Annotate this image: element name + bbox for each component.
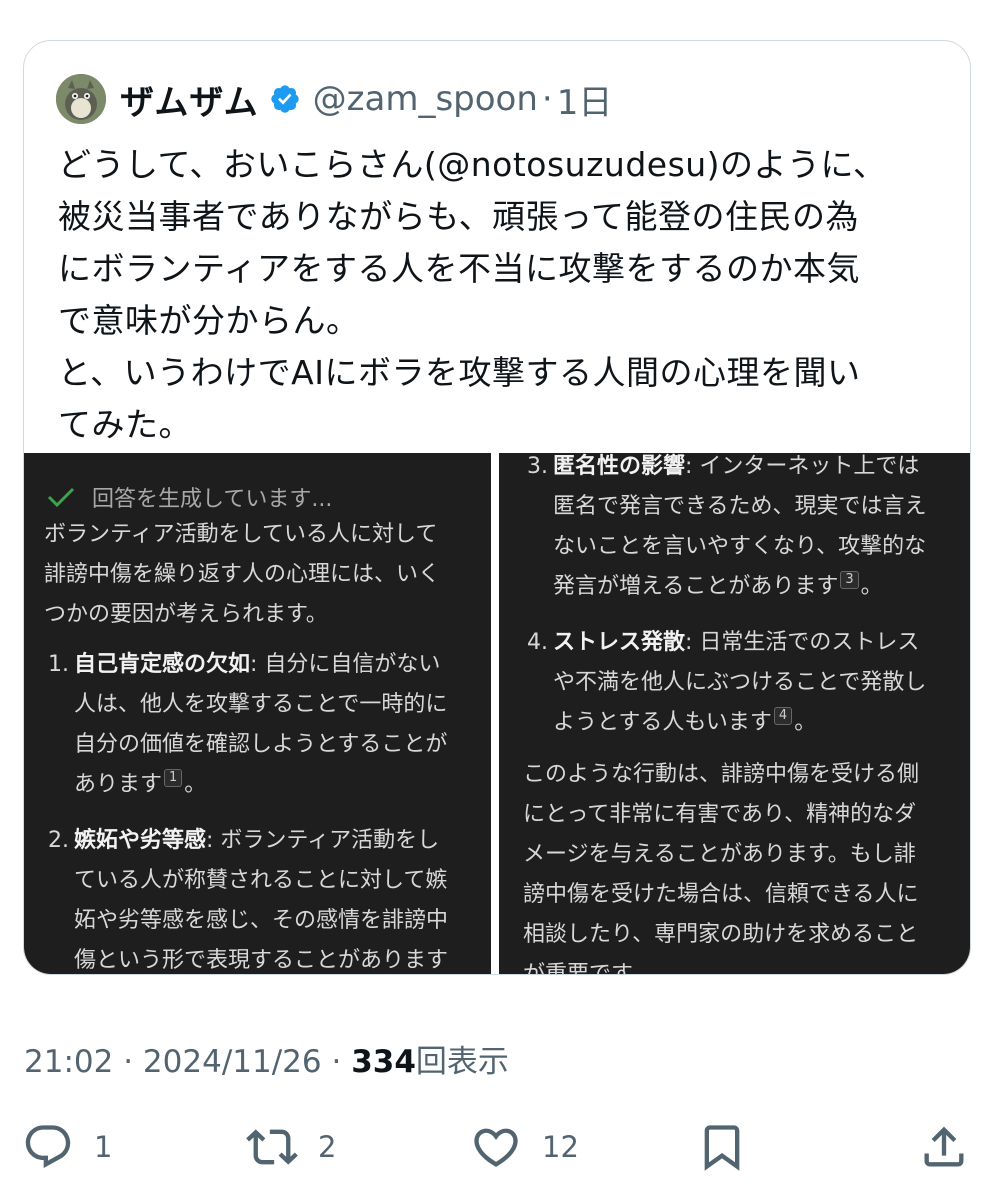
quoted-tweet-header: ザムザム @zam_spoon · 1日 [56, 71, 612, 127]
share-button[interactable] [918, 1112, 970, 1182]
list-item-title: 自己肯定感の欠如 [74, 652, 251, 677]
outro-paragraph: このような行動は、誹謗中傷を受ける側 にとって非常に有害であり、精神的なダ メー… [523, 762, 920, 974]
tweet-date[interactable]: 2024/11/26 [143, 1044, 322, 1080]
bookmark-icon [704, 1125, 740, 1171]
list-number: 4. [527, 630, 548, 655]
avatar[interactable] [56, 74, 106, 124]
separator-dot: · [541, 79, 553, 119]
repost-icon [246, 1129, 298, 1165]
list-item-title: 匿名性の影響 [553, 454, 686, 479]
reply-icon [25, 1125, 71, 1169]
list-item-3: 匿名性の影響: インターネット上では 匿名で発言できるため、現実では言え ないこ… [553, 453, 963, 607]
reply-count: 1 [94, 1130, 113, 1164]
list-number: 2. [48, 828, 69, 853]
citation-badge[interactable]: 3 [840, 571, 859, 589]
author-handle[interactable]: @zam_spoon [313, 79, 538, 119]
author-name[interactable]: ザムザム [120, 75, 259, 124]
list-item-4: ストレス発散: 日常生活でのストレス や不満を他人にぶつけることで発散し ようと… [553, 623, 963, 743]
view-count: 334 [351, 1044, 416, 1080]
list-item-end: 。 [860, 574, 883, 599]
citation-badge[interactable]: 4 [773, 707, 793, 725]
repost-count: 2 [318, 1130, 337, 1164]
list-item-2: 嫉妬や劣等感: ボランティア活動をし ている人が称賛されることに対して嫉 妬や劣… [74, 821, 484, 974]
status-text: 回答を生成しています... [92, 487, 333, 512]
quoted-tweet-card[interactable]: ザムザム @zam_spoon · 1日 どうして、おいこらさん(@notosu… [23, 40, 971, 975]
bookmark-button[interactable] [696, 1112, 748, 1182]
list-item-title: ストレス発散 [553, 630, 686, 655]
list-item-end: 。 [794, 710, 817, 735]
list-number: 1. [48, 652, 69, 677]
list-item-1: 自己肯定感の欠如: 自分に自信がない 人は、他人を攻撃することで一時的に 自分の… [74, 645, 484, 805]
quoted-tweet-text: どうして、おいこらさん(@notosuzudesu)のように、 被災当事者であり… [58, 145, 887, 444]
meta-separator: · [123, 1044, 134, 1080]
like-button[interactable]: 12 [470, 1112, 579, 1182]
check-icon [47, 487, 75, 508]
intro-paragraph: ボランティア活動をしている人に対して 誹謗中傷を繰り返す人の心理には、いく つか… [44, 522, 441, 627]
media-image-left[interactable]: 回答を生成しています... ボランティア活動をしている人に対して 誹謗中傷を繰り… [24, 453, 491, 974]
media-image-right[interactable]: 3. 匿名性の影響: インターネット上では 匿名で発言できるため、現実では言え … [499, 453, 970, 974]
view-label: 回表示 [415, 1044, 509, 1080]
like-count: 12 [542, 1130, 579, 1164]
tweet-meta: 21:02 · 2024/11/26 · 334回表示 [24, 1036, 509, 1081]
share-icon [924, 1126, 964, 1167]
media-grid: 回答を生成しています... ボランティア活動をしている人に対して 誹謗中傷を繰り… [24, 453, 970, 974]
repost-button[interactable]: 2 [246, 1112, 336, 1182]
heart-icon [474, 1128, 518, 1167]
verified-badge-icon [270, 85, 299, 113]
avatar-image [56, 74, 106, 124]
tweet-time-ago[interactable]: 1日 [557, 75, 613, 124]
tweet-time[interactable]: 21:02 [24, 1044, 113, 1080]
generation-status: 回答を生成しています... [46, 481, 332, 513]
citation-badge[interactable]: 1 [164, 769, 183, 787]
reply-button[interactable]: 1 [22, 1112, 112, 1182]
action-bar: 1 2 12 [0, 1112, 994, 1182]
list-item-title: 嫉妬や劣等感 [74, 828, 207, 853]
list-number: 3. [527, 454, 548, 479]
list-item-end: 。 [184, 772, 207, 797]
meta-separator: · [331, 1044, 342, 1080]
